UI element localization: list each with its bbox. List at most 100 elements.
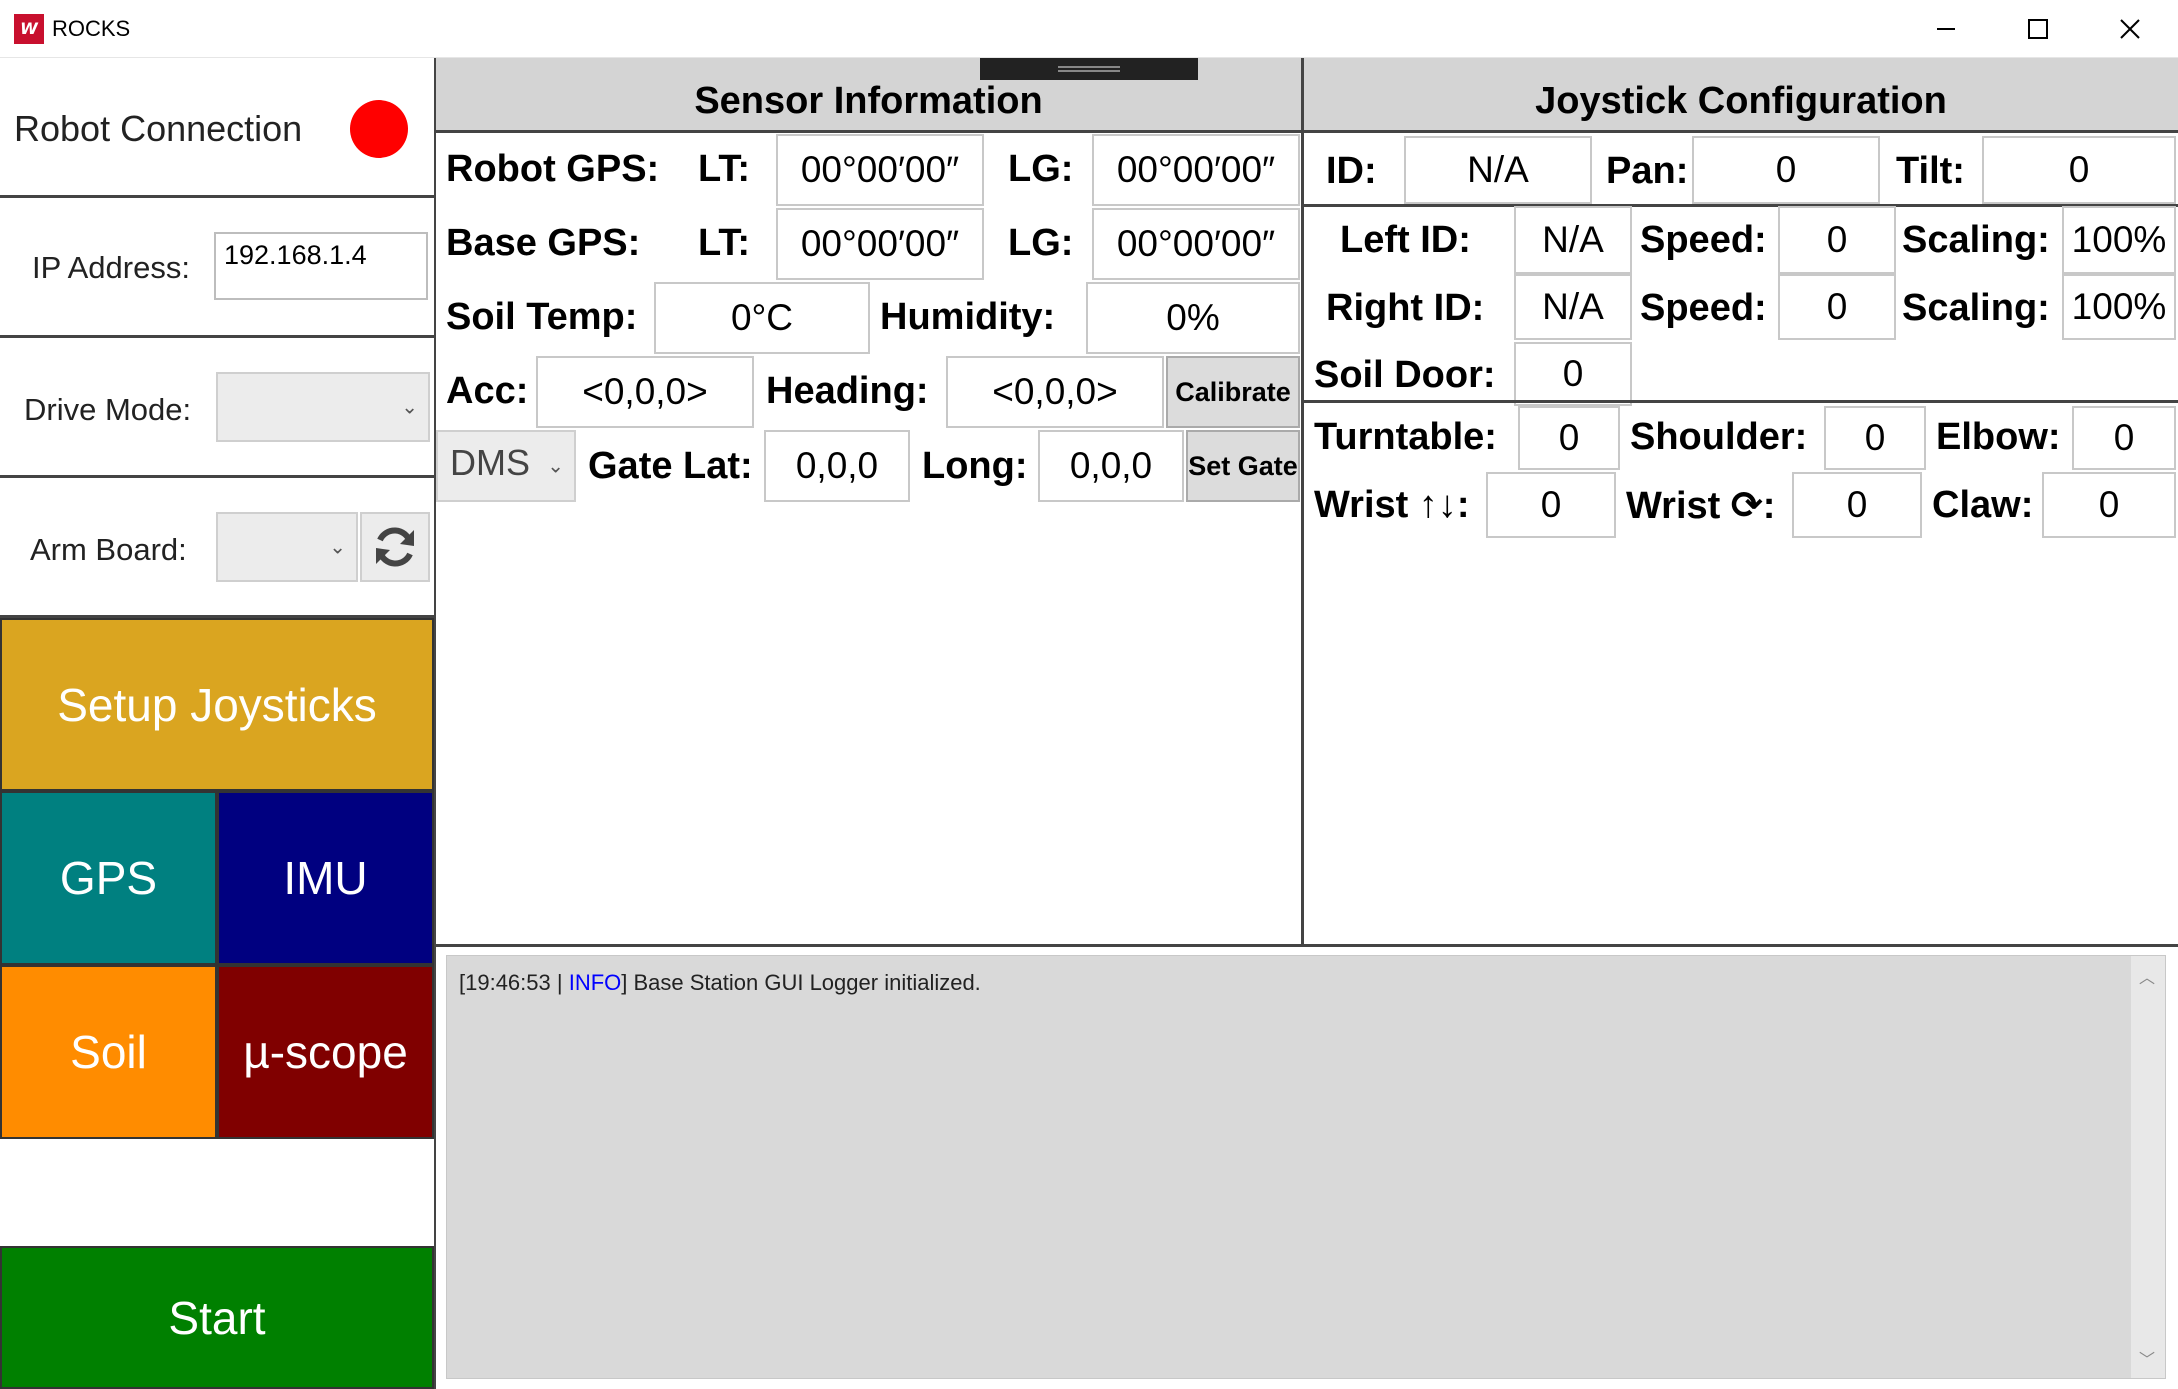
arm-board-row: Arm Board: ⌄ — [0, 478, 434, 618]
start-button[interactable]: Start — [0, 1246, 434, 1389]
chevron-down-icon: ⌄ — [329, 536, 346, 559]
right-id-label: Right ID: — [1326, 286, 1485, 329]
elbow-field: 0 — [2072, 406, 2176, 470]
ip-address-label: IP Address: — [32, 250, 190, 285]
wrist-updown-field: 0 — [1486, 472, 1616, 538]
minimize-icon — [1937, 28, 1955, 30]
right-id-field: N/A — [1514, 274, 1632, 340]
wrist-updown-label: Wrist ↑↓: — [1314, 483, 1470, 526]
elbow-label: Elbow: — [1936, 415, 2061, 458]
close-button[interactable] — [2084, 0, 2176, 58]
left-speed-label: Speed: — [1640, 218, 1767, 261]
chevron-down-icon: ⌄ — [401, 396, 418, 419]
refresh-icon — [376, 527, 414, 567]
soil-door-label: Soil Door: — [1314, 353, 1496, 396]
soil-temp-label: Soil Temp: — [446, 295, 638, 338]
tilt-field: 0 — [1982, 136, 2176, 204]
scroll-up-icon[interactable]: ︿ — [2139, 964, 2155, 988]
left-scaling-label: Scaling: — [1902, 218, 2050, 261]
joystick-id-label: ID: — [1326, 149, 1377, 192]
soil-temp-field: 0°C — [654, 282, 870, 354]
splitter-grip[interactable] — [980, 58, 1198, 80]
shoulder-label: Shoulder: — [1630, 415, 1808, 458]
pan-label: Pan: — [1606, 149, 1689, 192]
right-speed-label: Speed: — [1640, 286, 1767, 329]
joystick-id-field: N/A — [1404, 136, 1592, 204]
soil-button[interactable]: Soil — [0, 965, 217, 1139]
ip-address-row: IP Address: 192.168.1.4 — [0, 198, 434, 338]
robot-lg-label: LG: — [1008, 147, 1074, 190]
calibrate-button[interactable]: Calibrate — [1166, 356, 1300, 428]
joystick-panel-title: Joystick Configuration — [1304, 58, 2178, 133]
microscope-button[interactable]: µ-scope — [217, 965, 434, 1139]
heading-field: <0,0,0> — [946, 356, 1164, 428]
gate-long-label: Long: — [922, 444, 1028, 487]
humidity-field: 0% — [1086, 282, 1300, 354]
joystick-panel: Joystick Configuration ID: N/A Pan: 0 Ti… — [1304, 58, 2178, 946]
divider — [1304, 400, 2178, 403]
base-longitude-field: 00°00′00″ — [1092, 208, 1300, 280]
robot-longitude-field: 00°00′00″ — [1092, 134, 1300, 206]
drive-mode-label: Drive Mode: — [24, 392, 192, 427]
arm-board-select[interactable]: ⌄ — [216, 512, 358, 582]
left-id-field: N/A — [1514, 206, 1632, 274]
right-scaling-label: Scaling: — [1902, 286, 2050, 329]
title-bar: W ROCKS — [0, 0, 2178, 58]
log-level: INFO — [568, 970, 622, 995]
shoulder-field: 0 — [1824, 406, 1926, 470]
setup-joysticks-button[interactable]: Setup Joysticks — [0, 618, 434, 791]
grip-line — [1058, 66, 1120, 68]
grip-line — [1058, 70, 1120, 72]
drive-mode-row: Drive Mode: ⌄ — [0, 338, 434, 478]
base-gps-label: Base GPS: — [446, 221, 641, 264]
chevron-down-icon: ⌄ — [547, 455, 564, 478]
gate-lat-label: Gate Lat: — [588, 444, 753, 487]
gate-longitude-input[interactable]: 0,0,0 — [1038, 430, 1184, 502]
drive-mode-select[interactable]: ⌄ — [216, 372, 430, 442]
close-icon — [2120, 19, 2140, 39]
minimize-button[interactable] — [1900, 0, 1992, 58]
right-speed-field: 0 — [1778, 274, 1896, 340]
right-scaling-field: 100% — [2062, 274, 2176, 340]
left-sidebar: Robot Connection IP Address: 192.168.1.4… — [0, 58, 436, 1389]
robot-connection-label: Robot Connection — [14, 108, 303, 149]
arm-board-label: Arm Board: — [30, 532, 187, 567]
set-gate-button[interactable]: Set Gate — [1186, 430, 1300, 502]
acc-label: Acc: — [446, 369, 529, 412]
log-entry: [19:46:53 | INFO] Base Station GUI Logge… — [459, 970, 981, 996]
app-logo-icon: W — [14, 14, 44, 44]
wrist-rotate-label: Wrist ⟳: — [1626, 484, 1776, 527]
base-lt-label: LT: — [698, 221, 751, 264]
robot-latitude-field: 00°00′00″ — [776, 134, 984, 206]
gps-button[interactable]: GPS — [0, 791, 217, 965]
wrist-rotate-field: 0 — [1792, 472, 1922, 538]
base-lg-label: LG: — [1008, 221, 1074, 264]
heading-label: Heading: — [766, 369, 929, 412]
imu-button[interactable]: IMU — [217, 791, 434, 965]
acc-field: <0,0,0> — [536, 356, 754, 428]
left-scaling-field: 100% — [2062, 206, 2176, 274]
log-scrollbar[interactable]: ︿ ﹀ — [2131, 956, 2165, 1378]
maximize-button[interactable] — [1992, 0, 2084, 58]
robot-connection-row: Robot Connection — [0, 58, 434, 198]
gate-latitude-input[interactable]: 0,0,0 — [764, 430, 910, 502]
pan-field: 0 — [1692, 136, 1880, 204]
window-title: ROCKS — [52, 16, 131, 41]
turntable-field: 0 — [1518, 406, 1620, 470]
soil-door-field: 0 — [1514, 342, 1632, 406]
log-textbox[interactable]: [19:46:53 | INFO] Base Station GUI Logge… — [446, 955, 2166, 1379]
log-area: [19:46:53 | INFO] Base Station GUI Logge… — [436, 947, 2178, 1389]
robot-lt-label: LT: — [698, 147, 751, 190]
humidity-label: Humidity: — [880, 295, 1056, 338]
log-time: [19:46:53 | — [459, 970, 569, 995]
coordinate-format-select[interactable]: DMS ⌄ — [436, 430, 576, 502]
connection-status-indicator — [350, 100, 408, 158]
base-latitude-field: 00°00′00″ — [776, 208, 984, 280]
refresh-button[interactable] — [360, 512, 430, 582]
tilt-label: Tilt: — [1896, 149, 1965, 192]
turntable-label: Turntable: — [1314, 415, 1497, 458]
claw-label: Claw: — [1932, 483, 2034, 526]
claw-field: 0 — [2042, 472, 2176, 538]
ip-address-input[interactable]: 192.168.1.4 — [214, 232, 428, 300]
scroll-down-icon[interactable]: ﹀ — [2139, 1346, 2155, 1370]
